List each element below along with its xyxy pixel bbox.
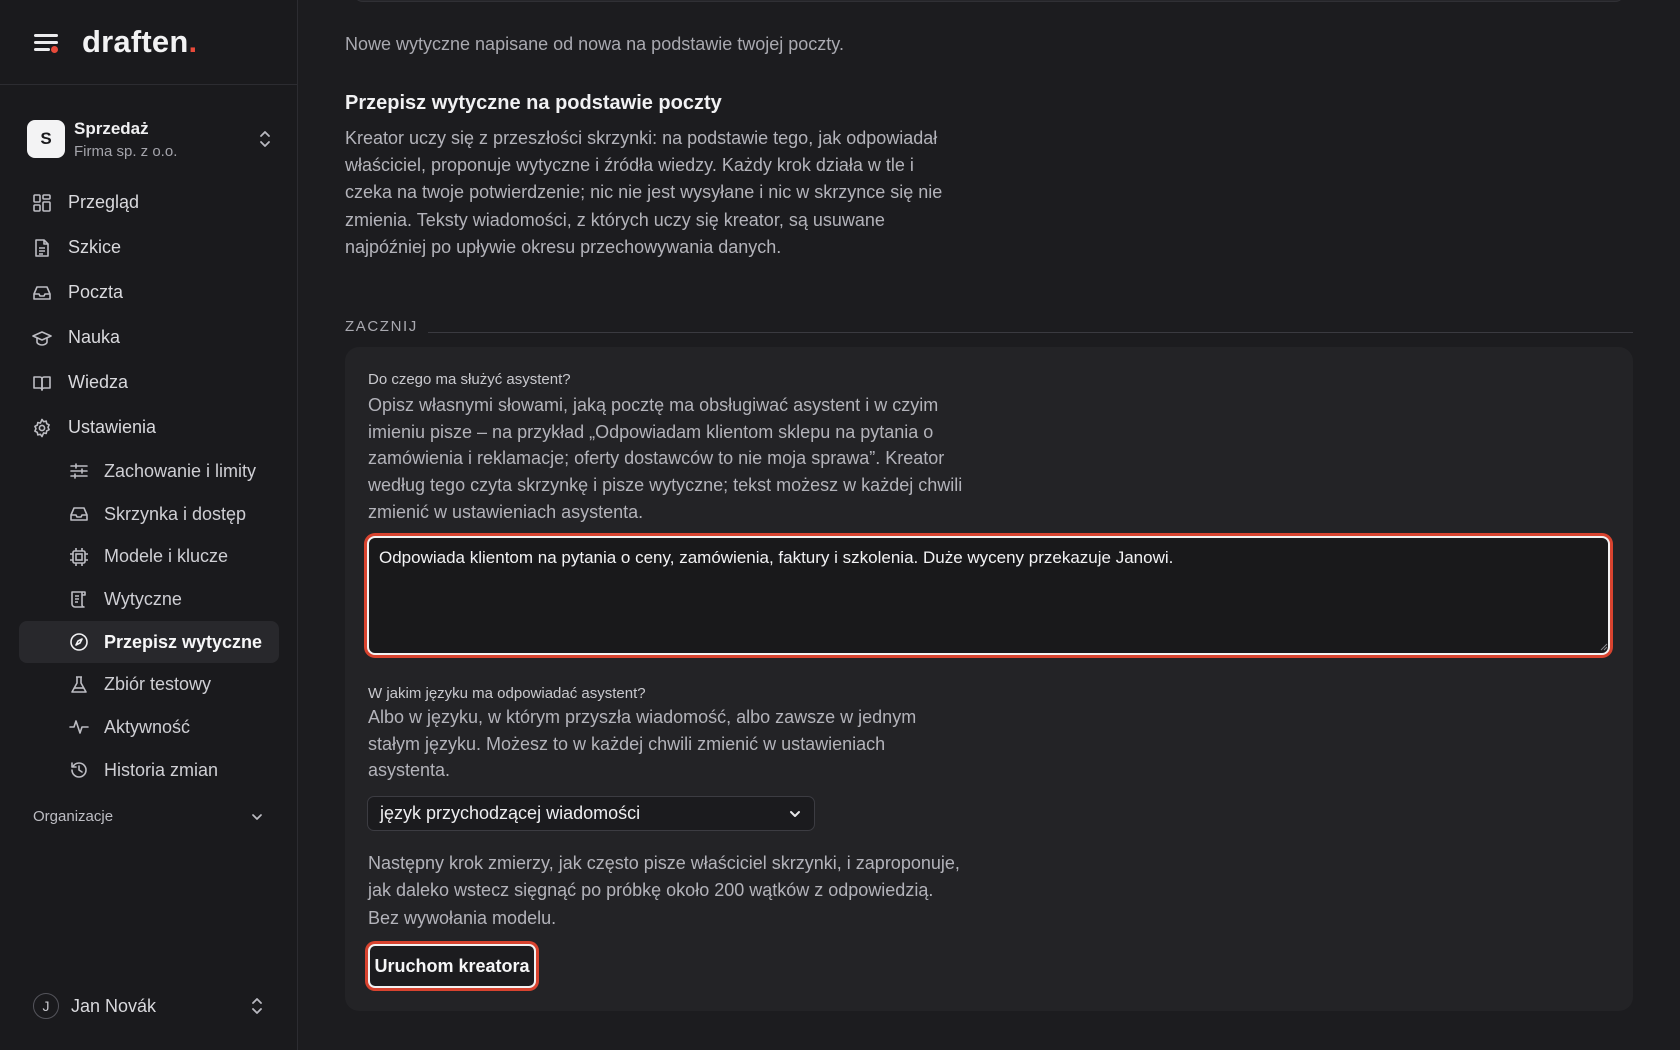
start-label: ZACZNIJ [345,318,418,335]
activity-icon [69,720,89,735]
wizard-form-card: Do czego ma służyć asystent? Opisz własn… [345,347,1633,1011]
inbox-icon [33,285,51,300]
sidebar-item-przepisz-wytyczne[interactable]: Przepisz wytyczne [19,620,279,664]
next-step-help-text: Następny krok zmierzy, jak często pisze … [368,853,960,928]
purpose-label: Do czego ma służyć asystent? [368,371,571,388]
sidebar-item-label: Ustawienia [68,417,157,437]
sidebar-item-szkice[interactable]: Szkice [19,225,279,270]
purpose-help-text: Opisz własnymi słowami, jaką pocztę ma o… [368,395,963,522]
section-title: Przepisz wytyczne na podstawie poczty [345,92,722,114]
sidebar-item-poczta[interactable]: Poczta [19,270,279,315]
workspace-name: Sprzedaż [74,118,149,138]
sidebar-item-wiedza[interactable]: Wiedza [19,360,279,405]
inbox-icon [70,507,88,521]
sliders-icon [70,463,88,480]
sidebar-item-label: Wiedza [68,372,129,392]
start-divider: ZACZNIJ [345,318,1633,335]
sidebar-item-historia-zmian[interactable]: Historia zmian [19,749,279,792]
organizations-label: Organizacje [33,808,114,825]
workspace-switcher[interactable]: S Sprzedaż Firma sp. z o.o. [27,114,273,164]
language-help-text: Albo w języku, w którym przyszła wiadomo… [368,707,917,781]
sidebar-item-ustawienia[interactable]: Ustawienia [19,405,279,450]
sidebar-item-label: Przepisz wytyczne [104,631,263,652]
book-icon [33,375,51,391]
language-select[interactable]: język przychodzącej wiadomości [367,796,815,831]
sidebar-item-label: Wytyczne [104,588,182,609]
brand-bar: draften. [0,0,297,85]
sidebar-item-label: Przegląd [68,192,140,212]
resize-grip-icon[interactable] [1600,643,1608,651]
organizations-toggle[interactable]: Organizacje [33,808,265,825]
brand-logo: draften. [82,24,198,59]
document-icon [35,238,49,257]
section-description: Kreator uczy się z przeszłości skrzynki:… [345,128,943,257]
sidebar-item-nauka[interactable]: Nauka [19,315,279,360]
language-select-value: język przychodzącej wiadomości [380,803,641,823]
flask-icon [71,675,87,693]
sidebar-item-aktywnosc[interactable]: Aktywność [19,706,279,749]
previous-card-edge [353,0,1625,2]
sidebar-item-label: Historia zmian [104,759,219,780]
gear-icon [34,418,50,437]
run-wizard-button[interactable]: Uruchom kreatora [368,944,536,988]
chevron-up-down-icon [252,998,262,1014]
workspace-avatar: S [27,120,65,158]
sidebar-item-label: Szkice [68,237,122,257]
scroll-icon [71,591,86,609]
compass-icon [70,633,88,651]
user-menu[interactable]: J Jan Novák [33,993,265,1019]
menu-icon[interactable] [32,29,62,55]
sidebar-item-label: Skrzynka i dostęp [104,503,247,524]
sidebar-item-label: Poczta [68,282,124,302]
dashboard-icon [33,193,51,212]
sidebar-item-modele-i-klucze[interactable]: Modele i klucze [19,535,279,578]
sidebar-item-zbior-testowy[interactable]: Zbiór testowy [19,663,279,706]
graduation-cap-icon [32,330,52,346]
main-content: Nowe wytyczne napisane od nowa na podsta… [345,0,1633,1050]
purpose-textarea[interactable]: Odpowiada klientom na pytania o ceny, za… [367,536,1610,655]
sidebar-item-label: Zachowanie i limity [104,460,257,481]
divider-line [427,332,1633,333]
avatar: J [33,993,59,1019]
sidebar-item-label: Modele i klucze [104,546,229,567]
sidebar-item-wytyczne[interactable]: Wytyczne [19,578,279,621]
user-name: Jan Novák [71,995,157,1016]
sidebar-item-zachowanie-i-limity[interactable]: Zachowanie i limity [19,450,279,493]
chevron-down-icon [790,810,800,817]
sidebar: draften. S Sprzedaż Firma sp. z o.o. Prz… [0,0,298,1050]
chevron-up-down-icon [260,131,270,147]
history-icon [71,762,87,778]
sidebar-item-label: Aktywność [104,716,191,737]
language-label: W jakim języku ma odpowiadać asystent? [368,685,646,702]
sidebar-item-label: Zbiór testowy [104,674,212,695]
page-lead: Nowe wytyczne napisane od nowa na podsta… [345,34,844,54]
sidebar-item-label: Nauka [68,327,121,347]
sidebar-item-przeglad[interactable]: Przegląd [19,180,279,225]
sidebar-nav: Przegląd Szkice Poczta Nauka Wiedza Usta… [19,180,279,792]
chevron-down-icon [252,813,262,820]
chip-icon [70,547,88,566]
workspace-company: Firma sp. z o.o. [74,142,178,160]
sidebar-item-skrzynka-i-dostep[interactable]: Skrzynka i dostęp [19,493,279,536]
